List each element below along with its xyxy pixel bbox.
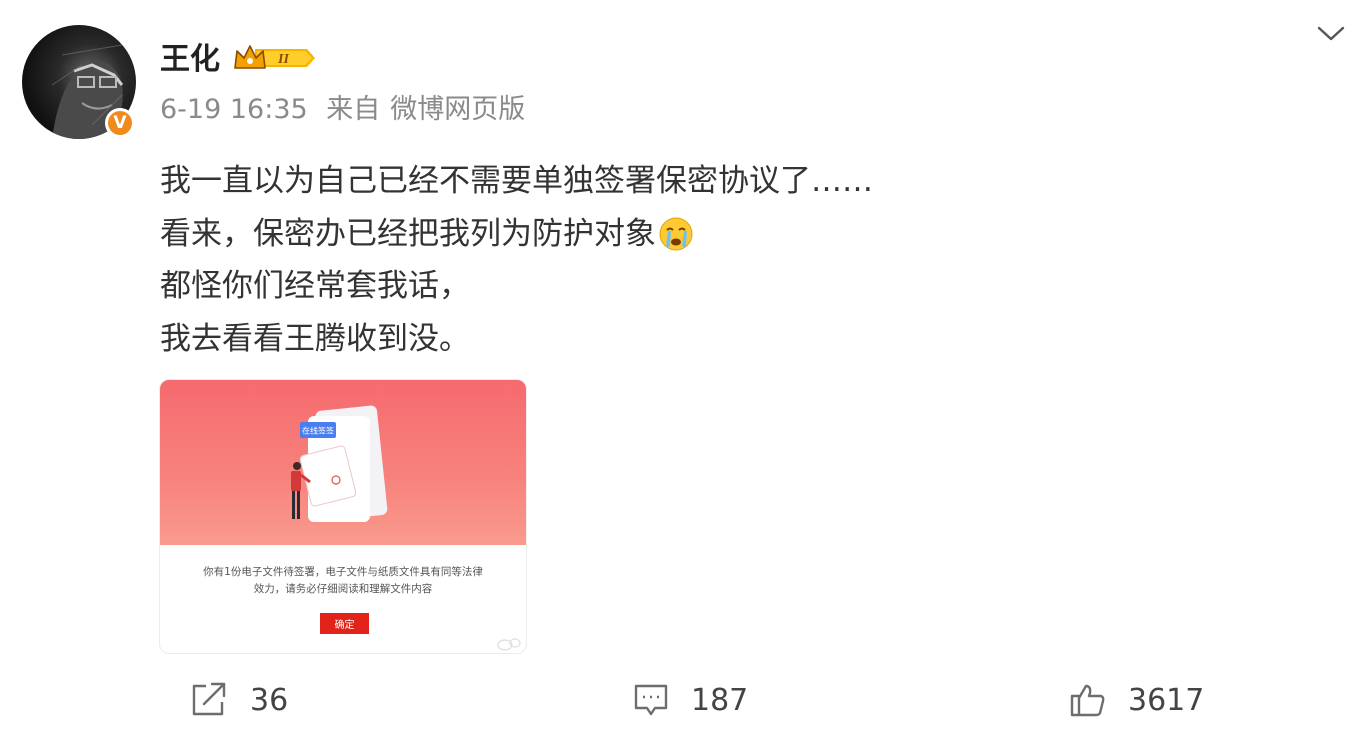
post-text-line: 都怪你们经常套我话， (160, 268, 470, 304)
author-name[interactable]: 王化 (160, 40, 220, 80)
crying-emoji-icon (659, 217, 693, 251)
image-description: 你有1份电子文件待签署，电子文件与纸质文件具有同等法律 效力，请务必仔细阅读和理… (160, 564, 526, 598)
like-button[interactable]: 3617 (1070, 678, 1204, 722)
verified-badge-icon: V (105, 108, 135, 138)
post-text-line: 我一直以为自己已经不需要单独签署保密协议了…… (160, 163, 873, 199)
chevron-down-icon[interactable] (1316, 22, 1346, 44)
post-text-line: 我去看看王腾收到没。 (160, 320, 470, 357)
post-text-segment: 看来，保密办已经把我列为防护对象 (160, 215, 656, 252)
image-description-line: 你有1份电子文件待签署，电子文件与纸质文件具有同等法律 (203, 566, 483, 578)
source-prefix: 来自 (326, 94, 381, 125)
repost-button[interactable]: 36 (190, 678, 288, 722)
post-text-line: 看来，保密办已经把我列为防护对象 (160, 208, 873, 261)
weibo-watermark-icon (497, 638, 521, 651)
vip-crown-icon[interactable]: II (233, 42, 317, 74)
vip-level-text: II (277, 52, 289, 67)
post-image[interactable]: 在线签签 你有1份电子文件待签署，电子文件与纸质文件具有同等法律 效力，请务必仔… (159, 379, 527, 654)
post-meta: 6-19 16:35 来自 微博网页版 (160, 92, 535, 128)
image-confirm-button: 确定 (320, 613, 369, 634)
post-text: 我一直以为自己已经不需要单独签署保密协议了…… 看来，保密办已经把我列为防护对象… (160, 155, 873, 365)
post-source[interactable]: 微博网页版 (390, 94, 525, 125)
image-tag-label: 在线签签 (302, 426, 334, 436)
like-count: 3617 (1128, 682, 1205, 718)
image-illustration: 在线签签 (160, 380, 526, 545)
comment-button[interactable]: 187 (633, 678, 748, 722)
thumbs-up-icon (1070, 684, 1105, 717)
repost-count: 36 (250, 682, 289, 718)
comment-icon (634, 684, 668, 716)
comment-count: 187 (691, 682, 749, 718)
image-description-line: 效力，请务必仔细阅读和理解文件内容 (253, 583, 433, 595)
post-time[interactable]: 6-19 16:35 (160, 94, 308, 125)
repost-icon (192, 682, 226, 716)
